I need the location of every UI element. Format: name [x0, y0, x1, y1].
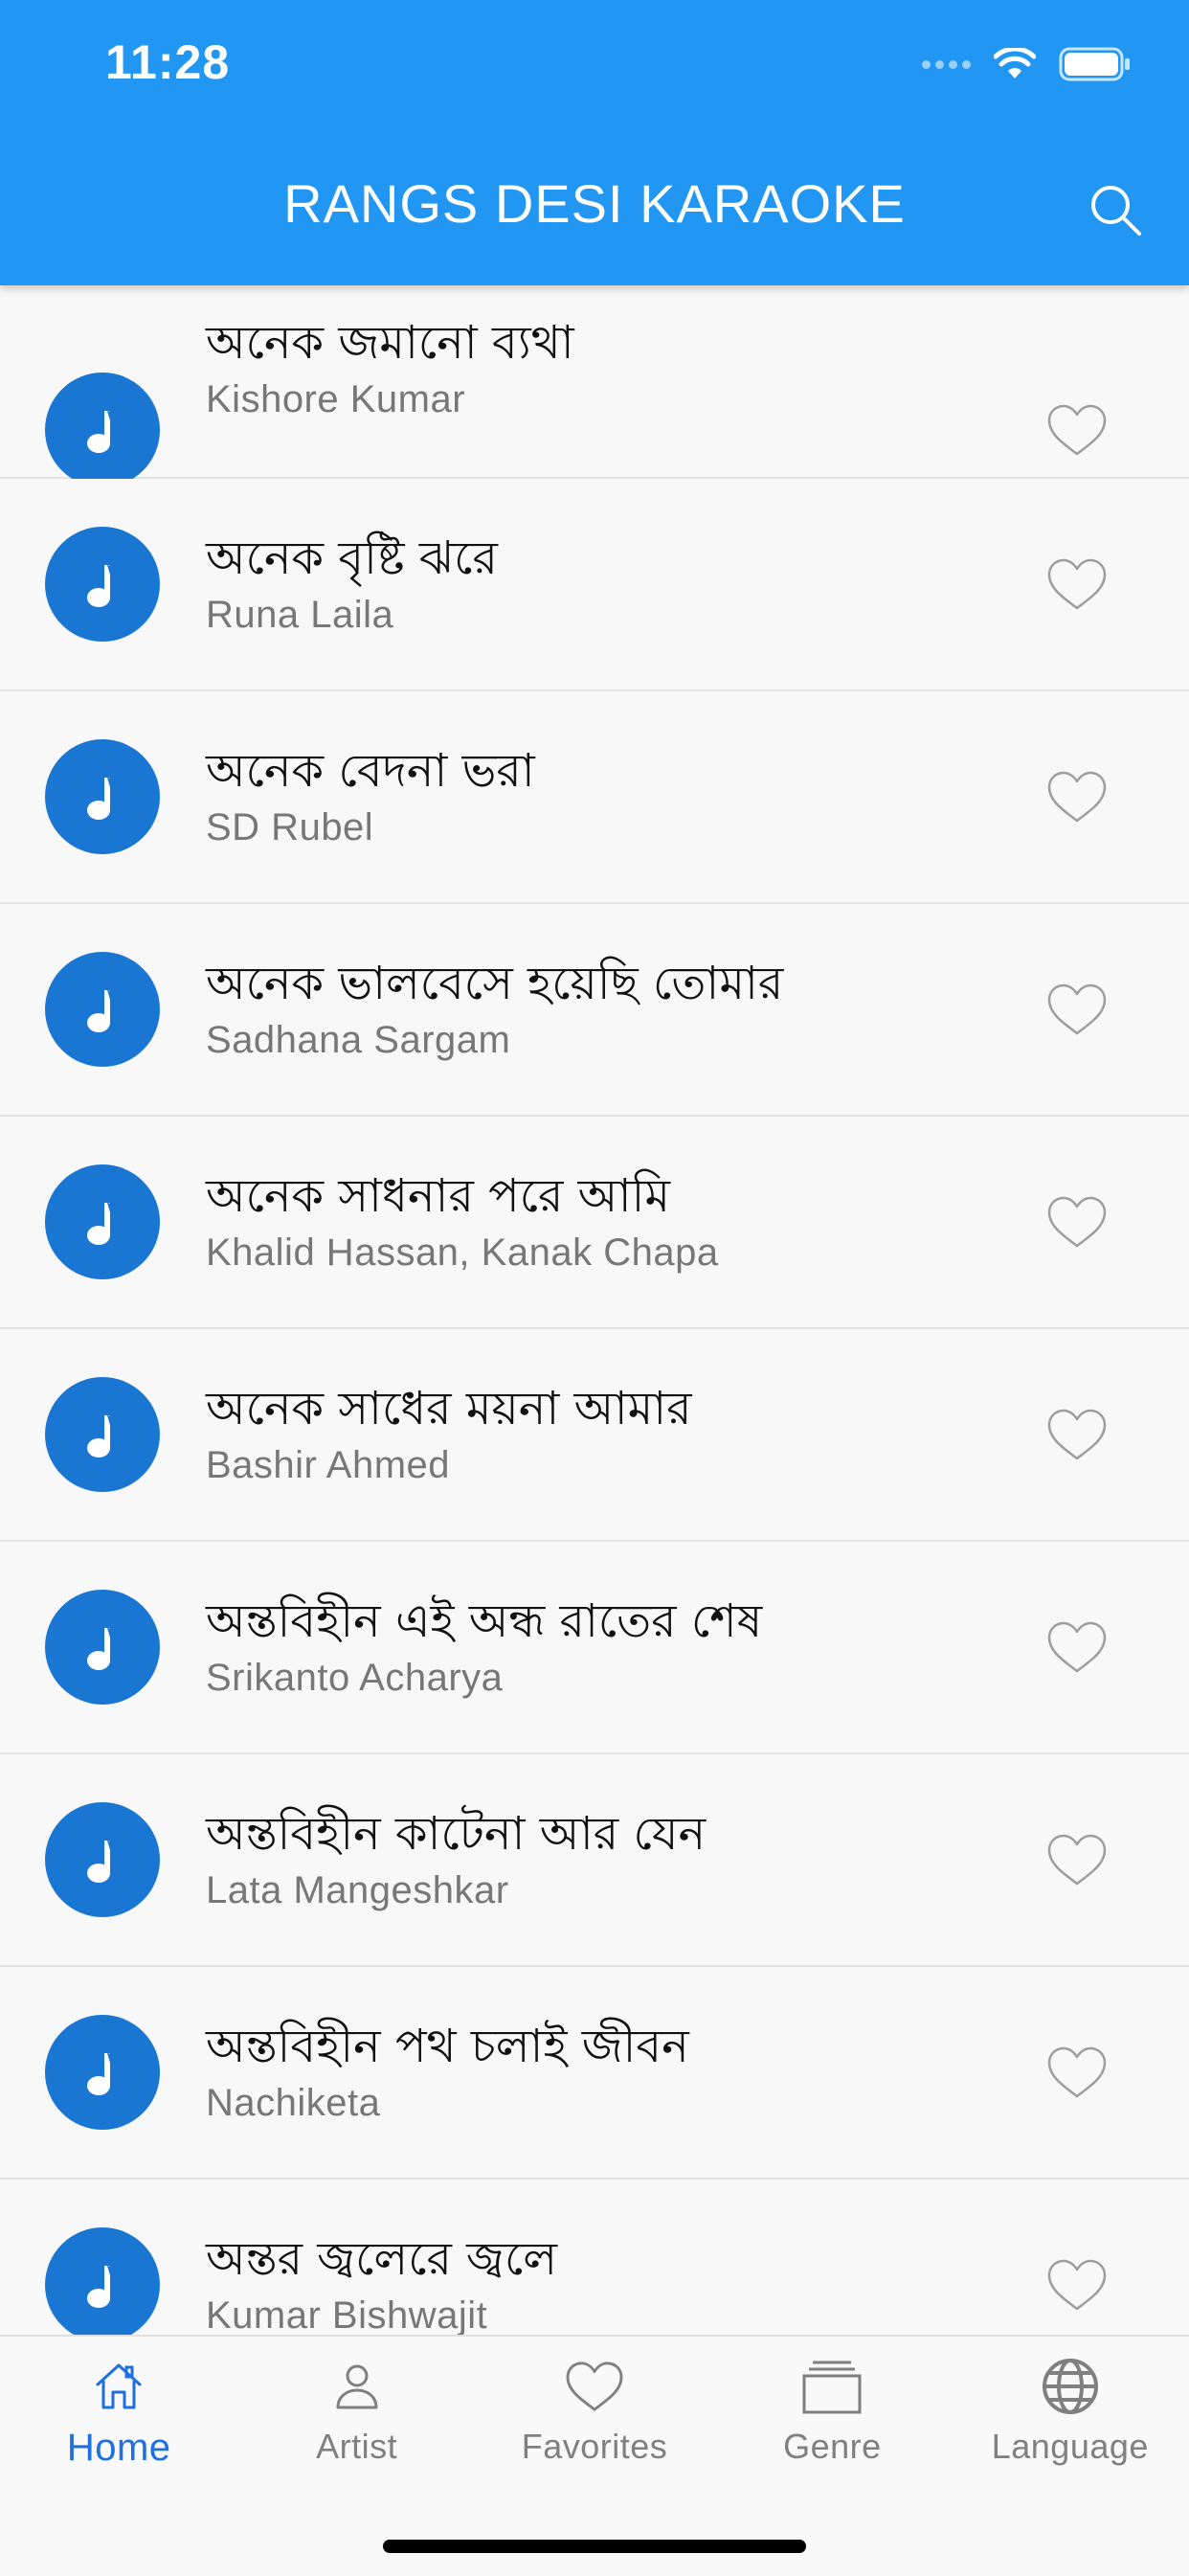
favorite-heart-icon[interactable]: [1045, 2045, 1109, 2100]
tab-home-label: Home: [66, 2427, 171, 2469]
status-time: 11:28: [105, 35, 231, 89]
song-title: অনেক সাধের ময়না আমার: [206, 1382, 692, 1435]
song-texts: অন্তবিহীন এই অন্ধ রাতের শেষ Srikanto Ach…: [206, 1591, 762, 1704]
music-note-icon: [87, 1415, 120, 1457]
favorite-heart-icon[interactable]: [1045, 1832, 1109, 1887]
home-indicator: [383, 2540, 806, 2553]
tab-artist-label: Artist: [316, 2427, 398, 2466]
cellular-signal-icon: [922, 59, 971, 69]
song-texts: অনেক সাধের ময়না আমার Bashir Ahmed: [206, 1378, 692, 1491]
song-artist: Kishore Kumar: [206, 378, 466, 420]
music-note-avatar: [45, 1590, 160, 1705]
song-artist: Khalid Hassan, Kanak Chapa: [206, 1232, 719, 1274]
favorite-heart-icon[interactable]: [1045, 1619, 1109, 1675]
music-note-icon: [87, 1841, 120, 1883]
song-row[interactable]: অনেক বৃষ্টি ঝরে Runa Laila: [0, 479, 1189, 691]
status-icons: [922, 42, 1132, 86]
music-note-icon: [87, 990, 120, 1032]
song-row[interactable]: অনেক বেদনা ভরা SD Rubel: [0, 691, 1189, 904]
song-artist: SD Rubel: [206, 806, 374, 848]
song-title: অন্তবিহীন কাটেনা আর যেন: [206, 1807, 707, 1861]
song-artist: Nachiketa: [206, 2082, 381, 2124]
music-note-avatar: [45, 2015, 160, 2130]
song-texts: অনেক বেদনা ভরা SD Rubel: [206, 740, 535, 853]
favorite-heart-icon[interactable]: [1045, 1194, 1109, 1250]
music-note-avatar: [45, 527, 160, 642]
music-note-icon: [87, 778, 120, 820]
song-title: অনেক সাধনার পরে আমি: [206, 1169, 671, 1223]
song-row[interactable]: অনেক সাধনার পরে আমি Khalid Hassan, Kanak…: [0, 1117, 1189, 1329]
song-row[interactable]: অন্তবিহীন এই অন্ধ রাতের শেষ Srikanto Ach…: [0, 1542, 1189, 1754]
song-artist: Sadhana Sargam: [206, 1019, 511, 1061]
music-note-avatar: [45, 1802, 160, 1917]
favorite-heart-icon[interactable]: [1045, 1407, 1109, 1462]
music-note-avatar: [45, 1377, 160, 1492]
song-texts: অন্তর জ্বলেরে জ্বলে Kumar Bishwajit: [206, 2228, 557, 2335]
home-icon: [96, 2363, 142, 2409]
music-note-icon: [87, 411, 120, 453]
tab-genre-label: Genre: [783, 2427, 882, 2466]
tab-language[interactable]: Language: [952, 2356, 1189, 2499]
search-button[interactable]: [1086, 180, 1145, 239]
song-title: অনেক ভালবেসে হয়েছি তোমার: [206, 957, 784, 1010]
music-note-avatar: [45, 2227, 160, 2335]
song-row[interactable]: অন্তর জ্বলেরে জ্বলে Kumar Bishwajit: [0, 2180, 1189, 2335]
song-title: অনেক বৃষ্টি ঝরে: [206, 531, 498, 585]
song-row[interactable]: অন্তবিহীন পথ চলাই জীবন Nachiketa: [0, 1967, 1189, 2180]
tab-genre[interactable]: Genre: [713, 2356, 951, 2499]
favorite-heart-icon[interactable]: [1045, 402, 1109, 458]
song-title: অন্তবিহীন এই অন্ধ রাতের শেষ: [206, 1594, 763, 1648]
favorite-heart-icon[interactable]: [1045, 556, 1109, 612]
favorite-heart-icon[interactable]: [1045, 2257, 1109, 2313]
song-artist: Srikanto Acharya: [206, 1657, 504, 1699]
song-texts: অন্তবিহীন পথ চলাই জীবন Nachiketa: [206, 2016, 689, 2129]
music-note-icon: [87, 2266, 120, 2308]
search-icon: [1091, 186, 1141, 236]
app-header: 11:28 RANGS DESI KARAOKE: [0, 0, 1189, 285]
tab-favorites[interactable]: Favorites: [476, 2356, 713, 2499]
favorite-heart-icon[interactable]: [1045, 769, 1109, 825]
app-title: RANGS DESI KARAOKE: [283, 173, 906, 234]
song-row[interactable]: অনেক জমানো ব্যথা Kishore Kumar: [0, 285, 1189, 487]
song-title: অনেক বেদনা ভরা: [206, 744, 535, 798]
wifi-icon: [994, 48, 1036, 79]
song-texts: অন্তবিহীন কাটেনা আর যেন Lata Mangeshkar: [206, 1803, 706, 1916]
music-note-icon: [87, 2053, 120, 2095]
globe-icon: [1042, 2359, 1098, 2414]
song-title: অন্তবিহীন পথ চলাই জীবন: [206, 2020, 689, 2073]
song-artist: Lata Mangeshkar: [206, 1869, 509, 1911]
song-artist: Kumar Bishwajit: [206, 2294, 488, 2335]
song-title: অন্তর জ্বলেরে জ্বলে: [206, 2232, 558, 2286]
song-texts: অনেক সাধনার পরে আমি Khalid Hassan, Kanak…: [206, 1165, 719, 1278]
favorite-heart-icon[interactable]: [1045, 982, 1109, 1037]
heart-icon: [566, 2361, 623, 2411]
stack-icon: [802, 2361, 862, 2414]
music-note-avatar: [45, 739, 160, 854]
tab-artist[interactable]: Artist: [237, 2356, 475, 2499]
song-texts: অনেক ভালবেসে হয়েছি তোমার Sadhana Sargam: [206, 953, 783, 1066]
music-note-avatar: [45, 1164, 160, 1279]
song-texts: অনেক বৃষ্টি ঝরে Runa Laila: [206, 528, 498, 641]
battery-icon: [1059, 47, 1130, 81]
song-texts: অনেক জমানো ব্যথা Kishore Kumar: [206, 312, 574, 425]
tab-language-label: Language: [991, 2427, 1149, 2466]
person-icon: [336, 2364, 378, 2409]
song-artist: Runa Laila: [206, 594, 394, 636]
music-note-avatar: [45, 952, 160, 1067]
music-note-icon: [87, 565, 120, 607]
song-row[interactable]: অনেক সাধের ময়না আমার Bashir Ahmed: [0, 1329, 1189, 1542]
tab-home[interactable]: Home: [0, 2356, 237, 2499]
tab-favorites-label: Favorites: [521, 2427, 668, 2466]
music-note-avatar: [45, 373, 160, 487]
song-list[interactable]: অনেক জমানো ব্যথা Kishore Kumar অনেক বৃষ্…: [0, 285, 1189, 2335]
song-title: অনেক জমানো ব্যথা: [206, 316, 574, 370]
song-row[interactable]: অন্তবিহীন কাটেনা আর যেন Lata Mangeshkar: [0, 1754, 1189, 1967]
song-artist: Bashir Ahmed: [206, 1444, 451, 1486]
song-row[interactable]: অনেক ভালবেসে হয়েছি তোমার Sadhana Sargam: [0, 904, 1189, 1117]
bottom-navigation: Home Artist Favorites Genre Language: [0, 2335, 1189, 2576]
music-note-icon: [87, 1628, 120, 1670]
music-note-icon: [87, 1203, 120, 1245]
